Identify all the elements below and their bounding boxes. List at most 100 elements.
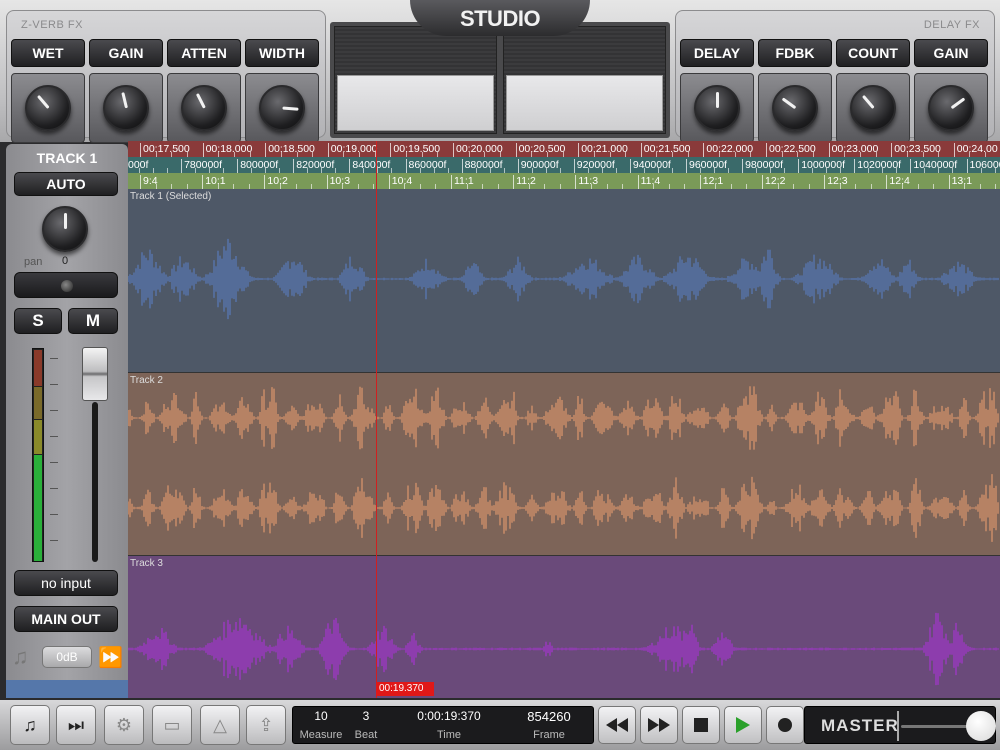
volume-fader-track[interactable]	[92, 402, 98, 562]
fast-forward-icon[interactable]: ⏩	[98, 645, 123, 670]
left-meter-glass	[337, 75, 494, 131]
beat-ruler-label: 13:1	[948, 175, 972, 189]
count-button[interactable]: COUNT	[836, 39, 910, 67]
input-select-button[interactable]: no input	[14, 570, 118, 596]
metronome-icon[interactable]: △	[200, 705, 240, 745]
wet-button[interactable]: WET	[11, 39, 85, 67]
pan-label: pan	[24, 256, 43, 268]
beat-value: 3	[362, 709, 370, 723]
delay-knob[interactable]	[694, 85, 740, 131]
atten-knob[interactable]	[181, 85, 227, 131]
pan-slider-thumb[interactable]	[61, 280, 73, 292]
time-ruler-label: 00:22.000	[703, 143, 753, 157]
playhead-time-label[interactable]: 00:19.370	[376, 682, 434, 696]
solo-button[interactable]: S	[14, 308, 62, 334]
strip-color-bar	[6, 680, 128, 698]
output-select-button[interactable]: MAIN OUT	[14, 606, 118, 632]
play-icon[interactable]	[724, 706, 762, 744]
play-glyph	[736, 717, 750, 733]
track-name: Track 3	[130, 558, 163, 569]
pan-knob[interactable]	[42, 206, 88, 252]
track-strip: TRACK 1 AUTO pan 0 S M no input MAIN OUT…	[6, 144, 128, 698]
beat-ruler-label: 10:1	[202, 175, 226, 189]
right-meter	[503, 26, 666, 134]
frame-ruler-label: 900000f	[517, 159, 559, 173]
time-ruler-label: 00:21.000	[578, 143, 628, 157]
master-slider-thumb[interactable]	[965, 711, 996, 741]
timeline[interactable]: 00:17.500 00:18.000 00:18.500 00:19.000 00:1…	[128, 141, 1000, 698]
auto-button[interactable]: AUTO	[14, 172, 118, 196]
atten-button[interactable]: ATTEN	[167, 39, 241, 67]
beat-ruler-label: 11:3	[575, 175, 598, 189]
track-title: TRACK 1	[36, 150, 98, 166]
db-button[interactable]: 0dB	[42, 646, 92, 668]
pan-slider[interactable]	[14, 272, 118, 298]
master-label: MASTER	[821, 716, 899, 735]
track-3-waveform	[128, 612, 999, 686]
beat-ruler-label: 10:4	[388, 175, 412, 189]
frame-ruler-label: 1040000f	[910, 159, 957, 173]
knob-indicator	[195, 93, 206, 109]
width-knob[interactable]	[259, 85, 305, 131]
music-note-icon[interactable]: ♫	[12, 644, 29, 670]
knob-indicator	[281, 106, 299, 111]
logo-tab: STUDIO	[410, 0, 590, 36]
frame-label: Frame	[533, 729, 565, 741]
knob-indicator	[63, 213, 67, 229]
beat-label: Beat	[354, 729, 378, 741]
width-button[interactable]: WIDTH	[245, 39, 319, 67]
vu-yellow-zone	[34, 420, 42, 454]
scale-tick	[50, 488, 58, 489]
frame-ruler-label: 820000f	[293, 159, 334, 173]
frame-ruler-label: 860000f	[405, 159, 446, 173]
beat-ruler-label: 10:3	[326, 175, 350, 189]
fdbk-button[interactable]: FDBK	[758, 39, 832, 67]
skip-forward-icon[interactable]: ⏭	[56, 705, 96, 745]
share-icon[interactable]: ⇪	[246, 705, 286, 745]
gain-knob[interactable]	[103, 85, 149, 131]
delay-button[interactable]: DELAY	[680, 39, 754, 67]
count-knob[interactable]	[850, 85, 896, 131]
mute-button[interactable]: M	[68, 308, 118, 334]
rewind-icon[interactable]	[598, 706, 636, 744]
position-counter: 10 Measure 3 Beat 0:00:19:370 Time 85426…	[292, 706, 594, 744]
fdbk-knob[interactable]	[772, 85, 818, 131]
scale-tick	[50, 436, 58, 437]
gain-button[interactable]: GAIN	[89, 39, 163, 67]
beat-ruler-label: 10:2	[264, 175, 288, 189]
stop-icon[interactable]	[682, 706, 720, 744]
beat-ruler-label: 12:2	[762, 175, 785, 189]
track-lane-1[interactable]: Track 1 (Selected)	[128, 189, 1000, 372]
time-ruler-label: 00:20.500	[515, 143, 565, 157]
waveform-path	[128, 474, 999, 542]
time-ruler-label: 00:23.500	[891, 143, 941, 157]
volume-fader-handle[interactable]	[82, 347, 108, 401]
wet-knob[interactable]	[25, 85, 71, 131]
music-note-icon[interactable]: ♫	[10, 705, 50, 745]
folder-icon[interactable]: ▭	[152, 705, 192, 745]
time-ruler[interactable]: 00:17.500 00:18.000 00:18.500 00:19.000 00:1…	[128, 141, 1000, 157]
vu-orange-zone	[34, 387, 42, 419]
beat-ruler[interactable]: 9:4 10:1 10:2 10:3 10:4 11:1 11:2 11:3 11:4 12:1 1…	[128, 173, 1000, 189]
time-value: 0:00:19:370	[417, 709, 481, 723]
time-ruler-label: 00:23.000	[828, 143, 878, 157]
pan-value: 0	[62, 255, 69, 267]
gear-icon[interactable]: ⚙	[104, 705, 144, 745]
playhead[interactable]	[376, 141, 377, 698]
count-knob-well	[836, 73, 910, 143]
frame-ruler-label: 940000f	[629, 159, 671, 173]
frame-ruler[interactable]: 000f 780000f 800000f 820000f 840000f 860000f 8…	[128, 157, 1000, 173]
track-lane-2[interactable]: Track 2	[128, 372, 1000, 555]
frame-ruler-label: 960000f	[686, 159, 727, 173]
track-lane-3[interactable]: Track 3	[128, 555, 1000, 698]
scale-tick	[50, 410, 58, 411]
knob-indicator	[120, 92, 128, 109]
delay-gain-knob[interactable]	[928, 85, 974, 131]
fast-forward-icon[interactable]	[640, 706, 678, 744]
gain-knob-well	[89, 73, 163, 143]
frame-ruler-label: 920000f	[573, 159, 615, 173]
delay-knob-well	[680, 73, 754, 143]
delay-gain-button[interactable]: GAIN	[914, 39, 988, 67]
frame-ruler-label: 1020000f	[854, 159, 901, 173]
record-icon[interactable]	[766, 706, 804, 744]
